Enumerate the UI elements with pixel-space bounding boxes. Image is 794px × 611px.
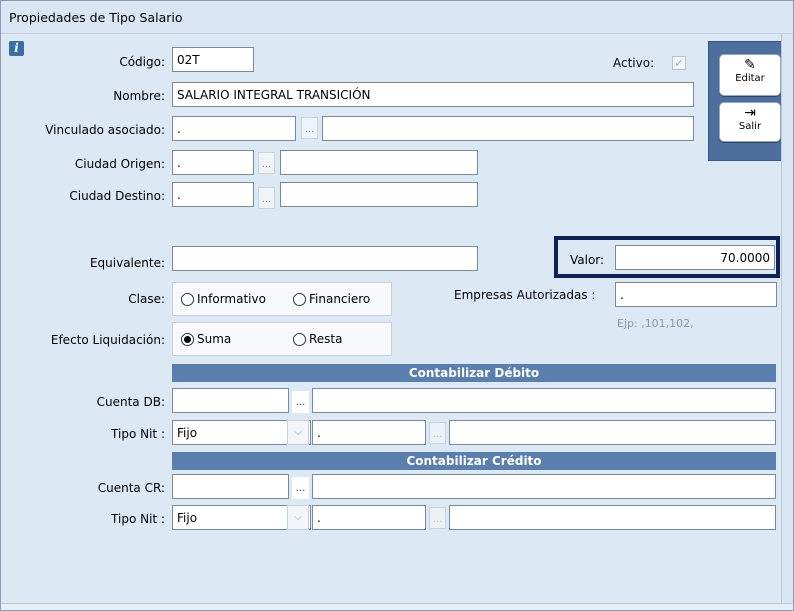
equivalente-label: Equivalente: — [89, 256, 165, 270]
ciudad-destino-lookup-button[interactable]: ... — [258, 187, 275, 209]
clase-financiero-radio[interactable]: Financiero — [293, 292, 370, 306]
radio-label: Resta — [309, 332, 343, 346]
activo-label: Activo: — [613, 56, 655, 70]
salir-button[interactable]: ⇥ Salir — [719, 102, 781, 142]
credito-section-header: Contabilizar Crédito — [172, 452, 776, 470]
nombre-label: Nombre: — [113, 89, 165, 103]
empresas-field[interactable]: . — [615, 282, 777, 307]
radio-label: Suma — [197, 332, 232, 346]
window-title: Propiedades de Tipo Salario — [9, 10, 183, 25]
properties-window: Propiedades de Tipo Salario i Código: 02… — [0, 0, 794, 611]
vertical-scrollbar[interactable] — [781, 34, 793, 603]
tipo-nit-db-label: Tipo Nit : — [111, 427, 165, 441]
radio-circle — [181, 332, 194, 346]
ciudad-origen-name-field[interactable] — [280, 150, 478, 175]
radio-circle — [293, 292, 306, 306]
nit-cr-name-field[interactable] — [449, 505, 776, 530]
exit-icon: ⇥ — [744, 105, 756, 121]
nit-db-name-field[interactable] — [449, 420, 776, 445]
codigo-label: Código: — [119, 55, 165, 69]
equivalente-field[interactable] — [172, 246, 478, 271]
vinculado-label: Vinculado asociado: — [45, 123, 165, 137]
cuenta-cr-code-field[interactable] — [172, 474, 289, 499]
clase-informativo-radio[interactable]: Informativo — [181, 292, 266, 306]
bottom-border — [1, 603, 793, 610]
radio-label: Informativo — [197, 292, 266, 306]
editar-button[interactable]: ✎ Editar — [719, 54, 781, 96]
nit-cr-code-field[interactable]: . — [312, 505, 426, 530]
empresas-label: Empresas Autorizadas : — [454, 288, 596, 302]
valor-field[interactable]: 70.0000 — [615, 245, 775, 270]
cuenta-cr-name-field[interactable] — [312, 474, 776, 499]
ciudad-destino-label: Ciudad Destino: — [69, 189, 165, 203]
cuenta-db-code-field[interactable] — [172, 388, 289, 413]
cuenta-cr-label: Cuenta CR: — [97, 481, 165, 495]
empresas-hint: Ejp: ,101,102, — [617, 317, 694, 330]
cuenta-db-lookup-button[interactable]: ... — [292, 391, 309, 413]
vinculado-name-field[interactable] — [322, 116, 694, 141]
valor-label: Valor: — [570, 253, 605, 267]
salir-label: Salir — [738, 121, 762, 132]
nit-db-code-field[interactable]: . — [312, 420, 426, 445]
efecto-label: Efecto Liquidación: — [50, 333, 165, 347]
ciudad-destino-code-field[interactable]: . — [172, 182, 254, 207]
chevron-down-icon[interactable]: ⌵ — [287, 420, 309, 445]
activo-checkbox[interactable]: ✓ — [672, 56, 686, 70]
efecto-suma-radio[interactable]: Suma — [181, 332, 231, 346]
ciudad-destino-name-field[interactable] — [280, 182, 478, 207]
cuenta-db-name-field[interactable] — [312, 388, 776, 413]
ciudad-origen-code-field[interactable]: . — [172, 150, 254, 175]
chevron-down-icon[interactable]: ⌵ — [287, 505, 309, 530]
nit-cr-lookup-button[interactable]: ... — [429, 507, 446, 529]
vinculado-code-field[interactable]: . — [172, 116, 296, 141]
codigo-field[interactable]: 02T — [172, 47, 254, 72]
toolbar-panel: ✎ Editar ⇥ Salir — [708, 41, 790, 161]
edit-icon: ✎ — [744, 57, 756, 73]
info-icon[interactable]: i — [9, 41, 24, 56]
nit-db-lookup-button[interactable]: ... — [429, 422, 446, 444]
vinculado-lookup-button[interactable]: ... — [301, 117, 318, 139]
title-bar: Propiedades de Tipo Salario — [1, 1, 793, 34]
tipo-nit-cr-label: Tipo Nit : — [111, 512, 165, 526]
radio-circle — [181, 292, 194, 306]
nombre-field[interactable]: SALARIO INTEGRAL TRANSICIÓN — [172, 82, 694, 107]
ciudad-origen-lookup-button[interactable]: ... — [258, 152, 275, 174]
ciudad-origen-label: Ciudad Origen: — [74, 157, 165, 171]
editar-label: Editar — [735, 73, 765, 84]
cuenta-db-label: Cuenta DB: — [96, 395, 165, 409]
efecto-resta-radio[interactable]: Resta — [293, 332, 343, 346]
radio-label: Financiero — [309, 292, 371, 306]
cuenta-cr-lookup-button[interactable]: ... — [292, 477, 309, 499]
radio-circle — [293, 332, 306, 346]
clase-label: Clase: — [128, 292, 165, 306]
debito-section-header: Contabilizar Débito — [172, 364, 776, 382]
